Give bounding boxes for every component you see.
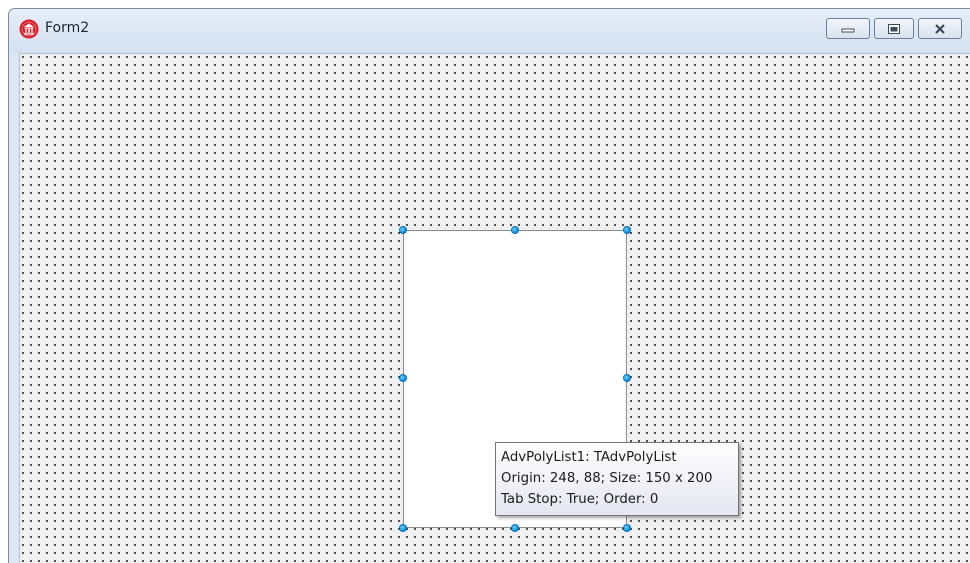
maximize-button[interactable] — [874, 18, 914, 39]
resize-handle-left[interactable] — [399, 374, 407, 382]
tooltip-origin-size-line: Origin: 248, 88; Size: 150 x 200 — [501, 471, 713, 486]
form-designer-grid[interactable]: AdvPolyList1: TAdvPolyList Origin: 248, … — [19, 53, 970, 563]
resize-handle-top-left[interactable] — [399, 226, 407, 234]
resize-handle-top[interactable] — [511, 226, 519, 234]
close-button[interactable] — [918, 18, 962, 39]
form-window: Form2 AdvPolyList1: TAdvPolyList Origin:… — [8, 8, 970, 563]
minimize-button[interactable] — [826, 18, 870, 39]
resize-handle-bottom-left[interactable] — [399, 524, 407, 532]
tooltip-name-line: AdvPolyList1: TAdvPolyList — [501, 450, 677, 465]
component-hint-tooltip: AdvPolyList1: TAdvPolyList Origin: 248, … — [495, 442, 739, 516]
maximize-icon — [888, 23, 900, 34]
title-bar[interactable]: Form2 — [9, 9, 970, 53]
resize-handle-top-right[interactable] — [623, 226, 631, 234]
resize-handle-right[interactable] — [623, 374, 631, 382]
tooltip-tabstop-line: Tab Stop: True; Order: 0 — [501, 492, 659, 507]
caption-buttons — [826, 18, 962, 40]
resize-handle-bottom-right[interactable] — [623, 524, 631, 532]
app-icon — [19, 19, 39, 39]
resize-handle-bottom[interactable] — [511, 524, 519, 532]
window-title: Form2 — [45, 20, 90, 36]
minimize-icon — [841, 28, 855, 32]
close-icon — [935, 23, 945, 34]
